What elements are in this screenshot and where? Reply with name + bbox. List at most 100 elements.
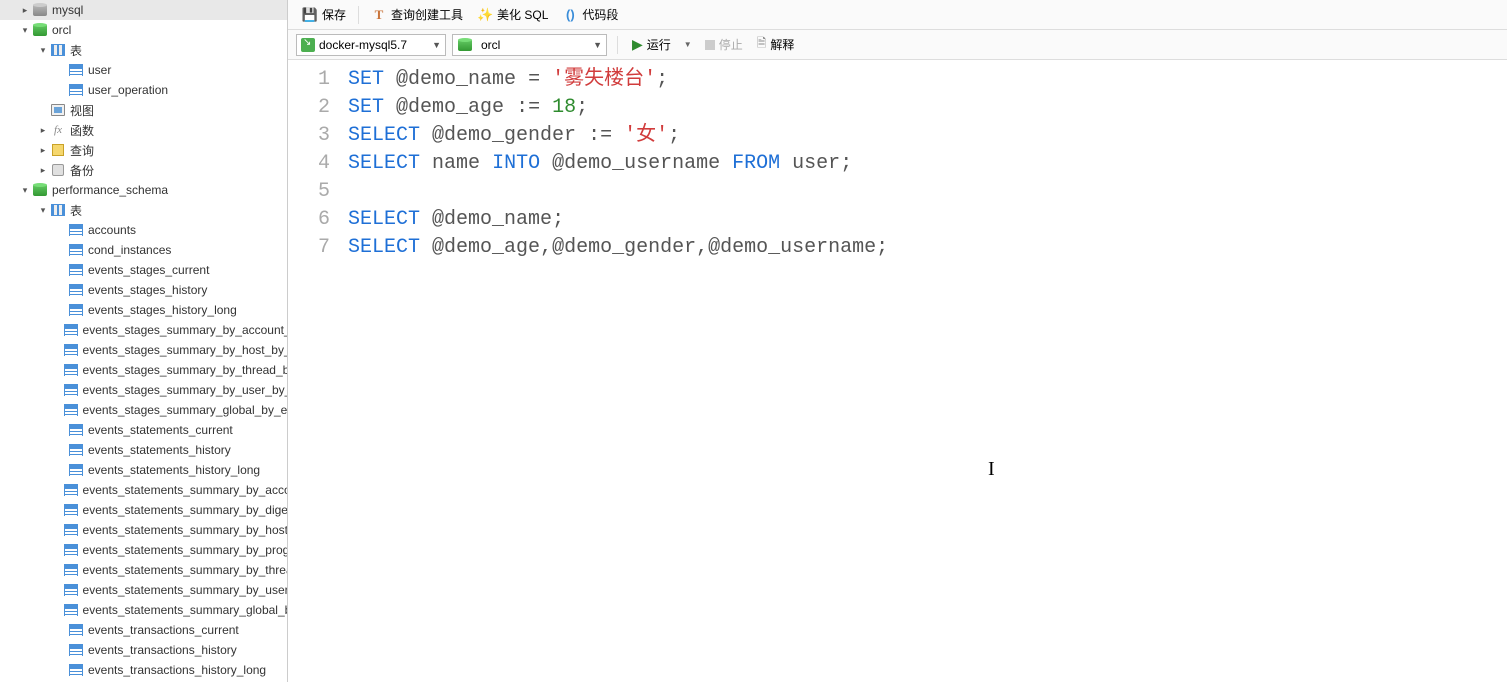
tree-toggle-icon[interactable]: ▸ (20, 5, 30, 15)
tree-item[interactable]: ▸cond_instances (0, 240, 287, 260)
tree-item[interactable]: ▸events_transactions_history_long (0, 660, 287, 680)
run-label: 运行 (647, 36, 671, 53)
beautify-icon: ✨ (477, 7, 493, 23)
tree-item[interactable]: ▸events_stages_history (0, 280, 287, 300)
beautify-sql-button[interactable]: ✨ 美化 SQL (471, 3, 554, 26)
table-icon (68, 462, 84, 478)
code-line[interactable]: SELECT name INTO @demo_username FROM use… (348, 150, 1507, 178)
stop-button: 停止 (701, 34, 747, 55)
table-icon (68, 82, 84, 98)
tree-item-label: events_transactions_current (88, 623, 239, 637)
tree-item[interactable]: ▸fx函数 (0, 120, 287, 140)
tree-item[interactable]: ▸查询 (0, 140, 287, 160)
tree-item[interactable]: ▾表 (0, 200, 287, 220)
tree-item[interactable]: ▸events_stages_summary_by_user_by_event_… (0, 380, 287, 400)
tree-item[interactable]: ▸events_statements_current (0, 420, 287, 440)
database-label: orcl (481, 38, 589, 52)
text-cursor-icon: I (988, 455, 995, 483)
tree-item-label: events_stages_summary_by_thread_by_event… (83, 363, 287, 377)
database-dropdown[interactable]: orcl ▼ (452, 34, 607, 56)
stop-label: 停止 (719, 36, 743, 53)
tree-toggle-icon[interactable]: ▸ (38, 145, 48, 155)
tree-item[interactable]: ▸mysql (0, 0, 287, 20)
code-line[interactable]: SET @demo_age := 18; (348, 94, 1507, 122)
sidebar-tree[interactable]: ▸mysql▾orcl▾表▸user▸user_operation▸视图▸fx函… (0, 0, 288, 682)
table-icon (63, 562, 79, 578)
code-line[interactable]: SET @demo_name = '雾失楼台'; (348, 66, 1507, 94)
code-area[interactable]: SET @demo_name = '雾失楼台';SET @demo_age :=… (344, 60, 1507, 682)
tree-item-label: events_statements_summary_by_thread_by_e… (83, 563, 287, 577)
tree-item[interactable]: ▸events_stages_current (0, 260, 287, 280)
querybuilder-icon: T (371, 7, 387, 23)
tree-toggle-icon[interactable]: ▸ (38, 165, 48, 175)
tree-item[interactable]: ▸events_statements_summary_by_host_by_ev… (0, 520, 287, 540)
tree-item[interactable]: ▸accounts (0, 220, 287, 240)
tree-item[interactable]: ▸events_stages_summary_global_by_event_n… (0, 400, 287, 420)
code-line[interactable]: SELECT @demo_age,@demo_gender,@demo_user… (348, 234, 1507, 262)
tree-item[interactable]: ▸events_statements_summary_by_account_by… (0, 480, 287, 500)
table-icon (63, 342, 79, 358)
tree-item-label: accounts (88, 223, 136, 237)
stop-icon (705, 40, 715, 50)
tree-item[interactable]: ▾performance_schema (0, 180, 287, 200)
tree-item[interactable]: ▸events_statements_summary_by_thread_by_… (0, 560, 287, 580)
code-line[interactable]: SELECT @demo_name; (348, 206, 1507, 234)
explain-button[interactable]: 🗎 解释 (753, 32, 799, 57)
database-icon (32, 2, 48, 18)
database-icon (32, 22, 48, 38)
sql-editor[interactable]: 1234567 SET @demo_name = '雾失楼台';SET @dem… (288, 60, 1507, 682)
query-builder-button[interactable]: T 查询创建工具 (365, 3, 469, 26)
tree-item-label: cond_instances (88, 243, 171, 257)
tree-item[interactable]: ▸events_stages_summary_by_thread_by_even… (0, 360, 287, 380)
save-button[interactable]: 💾 保存 (296, 3, 352, 26)
connection-dropdown[interactable]: docker-mysql5.7 ▼ (296, 34, 446, 56)
tree-item[interactable]: ▸备份 (0, 160, 287, 180)
database-icon (32, 182, 48, 198)
tree-toggle-icon[interactable]: ▾ (38, 45, 48, 55)
tree-item[interactable]: ▸user_operation (0, 80, 287, 100)
snippet-icon: () (562, 7, 578, 23)
tree-item[interactable]: ▾表 (0, 40, 287, 60)
tree-item-label: events_statements_summary_by_host_by_eve… (83, 523, 287, 537)
tree-item[interactable]: ▸events_statements_history (0, 440, 287, 460)
separator-icon (358, 6, 359, 24)
tree-item-label: events_stages_current (88, 263, 209, 277)
table-icon (63, 602, 79, 618)
tree-item[interactable]: ▾orcl (0, 20, 287, 40)
tree-item[interactable]: ▸events_stages_summary_by_account_by_eve… (0, 320, 287, 340)
tables-icon (50, 202, 66, 218)
tree-toggle-icon[interactable]: ▾ (38, 205, 48, 215)
tree-toggle-icon[interactable]: ▾ (20, 25, 30, 35)
tree-item[interactable]: ▸视图 (0, 100, 287, 120)
tree-toggle-icon[interactable]: ▾ (20, 185, 30, 195)
tree-toggle-icon[interactable]: ▸ (38, 125, 48, 135)
play-icon: ▶ (632, 36, 643, 53)
tree-item[interactable]: ▸events_stages_history_long (0, 300, 287, 320)
table-icon (63, 362, 79, 378)
save-icon: 💾 (302, 7, 318, 23)
tree-item[interactable]: ▸events_stages_summary_by_host_by_event_… (0, 340, 287, 360)
tree-item-label: 表 (70, 42, 82, 59)
snippet-button[interactable]: () 代码段 (556, 3, 624, 26)
code-line[interactable] (348, 178, 1507, 206)
tree-item[interactable]: ▸events_statements_history_long (0, 460, 287, 480)
tree-item[interactable]: ▸events_statements_summary_global_by_eve… (0, 600, 287, 620)
tree-item-label: events_statements_summary_by_user_by_eve… (83, 583, 287, 597)
tree-item-label: events_stages_summary_by_host_by_event_n… (83, 343, 287, 357)
tree-item[interactable]: ▸events_statements_summary_by_program (0, 540, 287, 560)
tree-item[interactable]: ▸events_statements_summary_by_digest (0, 500, 287, 520)
tree-item[interactable]: ▸user (0, 60, 287, 80)
tree-item-label: 表 (70, 202, 82, 219)
tree-item[interactable]: ▸events_transactions_history (0, 640, 287, 660)
tree-item[interactable]: ▸events_transactions_current (0, 620, 287, 640)
tables-icon (50, 42, 66, 58)
table-icon (63, 402, 79, 418)
tree-item-label: events_stages_summary_global_by_event_na… (83, 403, 287, 417)
code-line[interactable]: SELECT @demo_gender := '女'; (348, 122, 1507, 150)
table-icon (68, 302, 84, 318)
snippet-label: 代码段 (582, 6, 618, 23)
run-dropdown-arrow[interactable]: ▼ (681, 40, 695, 49)
tree-item[interactable]: ▸events_statements_summary_by_user_by_ev… (0, 580, 287, 600)
run-button[interactable]: ▶ 运行 (628, 34, 675, 55)
tree-item-label: events_statements_summary_by_program (83, 543, 287, 557)
